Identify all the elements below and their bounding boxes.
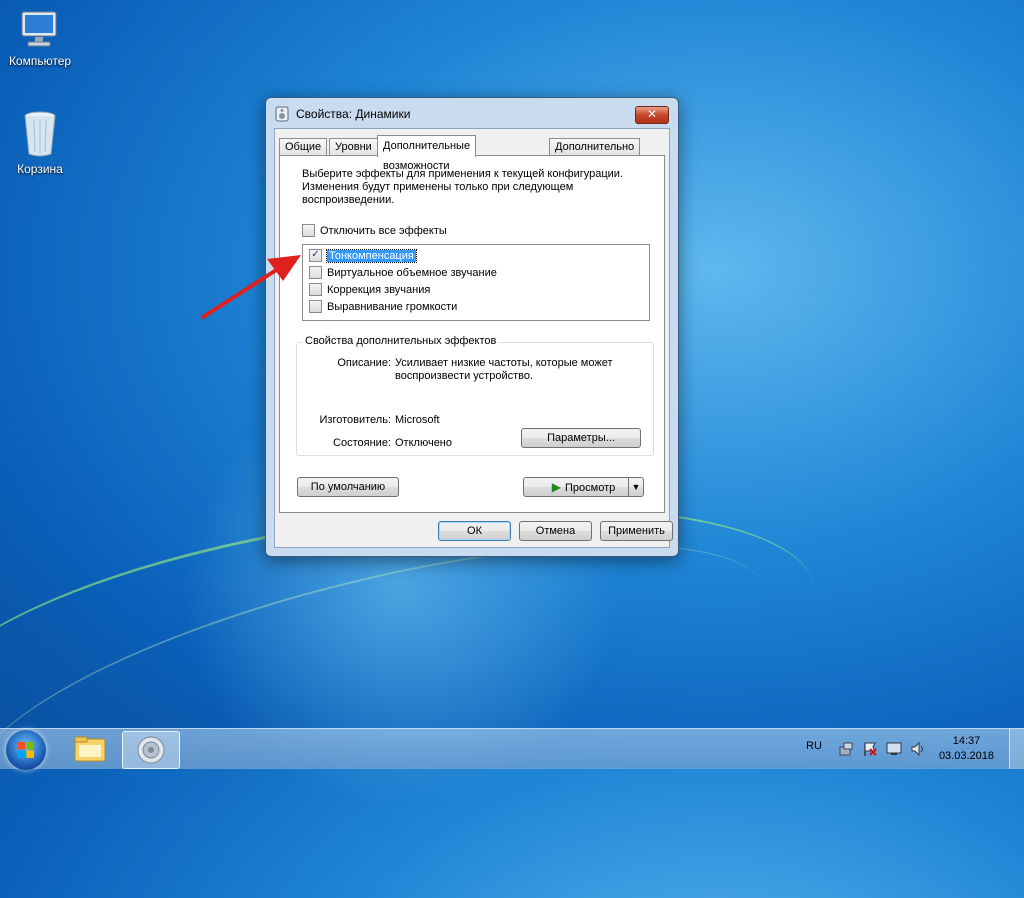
effect-loudness-checkbox[interactable]: ✓ Тонкомпенсация <box>309 248 417 263</box>
close-button[interactable]: ✕ <box>635 106 669 124</box>
checkbox-box <box>309 266 322 279</box>
network-icon[interactable] <box>838 741 854 757</box>
checkbox-box <box>309 283 322 296</box>
checkbox-label: Отключить все эффекты <box>320 224 447 237</box>
window-title: Свойства: Динамики <box>296 107 411 121</box>
cancel-button[interactable]: Отмена <box>519 521 592 541</box>
desktop-icon-label: Компьютер <box>8 54 72 68</box>
checkbox-box <box>302 224 315 237</box>
speaker-icon <box>137 736 165 764</box>
monitor-icon[interactable] <box>886 741 902 757</box>
annotation-arrow-icon <box>201 255 301 319</box>
desktop-icon-label: Корзина <box>17 162 63 176</box>
start-button[interactable] <box>6 730 46 770</box>
effect-label: Виртуальное объемное звучание <box>327 266 497 279</box>
description-label: Описание: <box>337 357 391 369</box>
enhancements-panel: Выберите эффекты для применения к текуще… <box>279 155 665 513</box>
checkbox-checked: ✓ <box>309 249 322 262</box>
play-icon: ▶ <box>551 480 561 494</box>
apply-button[interactable]: Применить <box>600 521 673 541</box>
preview-label: Просмотр <box>564 482 616 494</box>
intro-text: Выберите эффекты для применения к текуще… <box>302 168 624 206</box>
speaker-icon <box>275 106 289 122</box>
dropdown-arrow-icon[interactable]: ▼ <box>628 478 643 496</box>
volume-icon[interactable] <box>910 741 926 757</box>
clock[interactable]: 14:37 03.03.2018 <box>939 734 994 764</box>
taskbar-explorer-button[interactable] <box>62 731 118 767</box>
clock-time: 14:37 <box>952 735 981 747</box>
effect-virtual-surround-checkbox[interactable]: Виртуальное объемное звучание <box>309 266 497 279</box>
windows-logo-icon <box>18 742 34 758</box>
window-titlebar[interactable]: Свойства: Динамики ✕ <box>266 98 678 128</box>
checkbox-box <box>309 300 322 313</box>
folder-icon <box>74 736 106 762</box>
action-center-flag-icon[interactable] <box>862 741 878 757</box>
language-indicator[interactable]: RU <box>806 740 822 780</box>
speaker-properties-window: Свойства: Динамики ✕ Общие Уровни Дополн… <box>265 97 679 557</box>
tab-enhancements[interactable]: Дополнительные возможности <box>377 135 477 172</box>
desktop-icon-recycle-bin[interactable]: Корзина <box>0 110 80 176</box>
computer-icon <box>21 11 57 47</box>
recycle-bin-icon <box>24 111 56 157</box>
tab-advanced[interactable]: Дополнительно <box>549 138 641 156</box>
settings-button[interactable]: Параметры... <box>521 428 641 448</box>
taskbar-sound-button[interactable] <box>122 731 180 769</box>
restore-defaults-button[interactable]: По умолчанию <box>297 477 399 497</box>
desktop-icon-computer[interactable]: Компьютер <box>0 10 80 68</box>
effect-label: Тонкомпенсация <box>326 248 417 263</box>
effect-loudness-equalization-checkbox[interactable]: Выравнивание громкости <box>309 300 457 313</box>
group-title: Свойства дополнительных эффектов <box>303 335 499 347</box>
description-value: Усиливает низкие частоты, которые может … <box>395 357 613 382</box>
vendor-value: Microsoft <box>395 414 440 426</box>
clock-date: 03.03.2018 <box>938 750 994 762</box>
effect-label: Коррекция звучания <box>327 283 431 296</box>
show-desktop-button[interactable] <box>1009 729 1024 769</box>
window-client-area: Общие Уровни Дополнительные возможности … <box>274 128 673 548</box>
state-label: Состояние: <box>333 437 391 449</box>
tab-levels[interactable]: Уровни <box>329 138 378 156</box>
tab-general[interactable]: Общие <box>279 138 328 156</box>
effect-properties-group: Свойства дополнительных эффектов Описани… <box>296 335 654 456</box>
state-value: Отключено <box>395 437 452 449</box>
effects-list[interactable]: ✓ Тонкомпенсация Виртуальное объемное зв… <box>302 244 650 321</box>
ok-button[interactable]: ОК <box>438 521 511 541</box>
effect-label: Выравнивание громкости <box>327 300 458 313</box>
taskbar: RU 14:37 03.03.2018 <box>0 728 1024 770</box>
effect-room-correction-checkbox[interactable]: Коррекция звучания <box>309 283 430 296</box>
disable-all-effects-checkbox[interactable]: Отключить все эффекты <box>302 224 447 237</box>
vendor-label: Изготовитель: <box>319 414 392 426</box>
preview-button[interactable]: ▶ Просмотр ▼ <box>523 477 644 497</box>
